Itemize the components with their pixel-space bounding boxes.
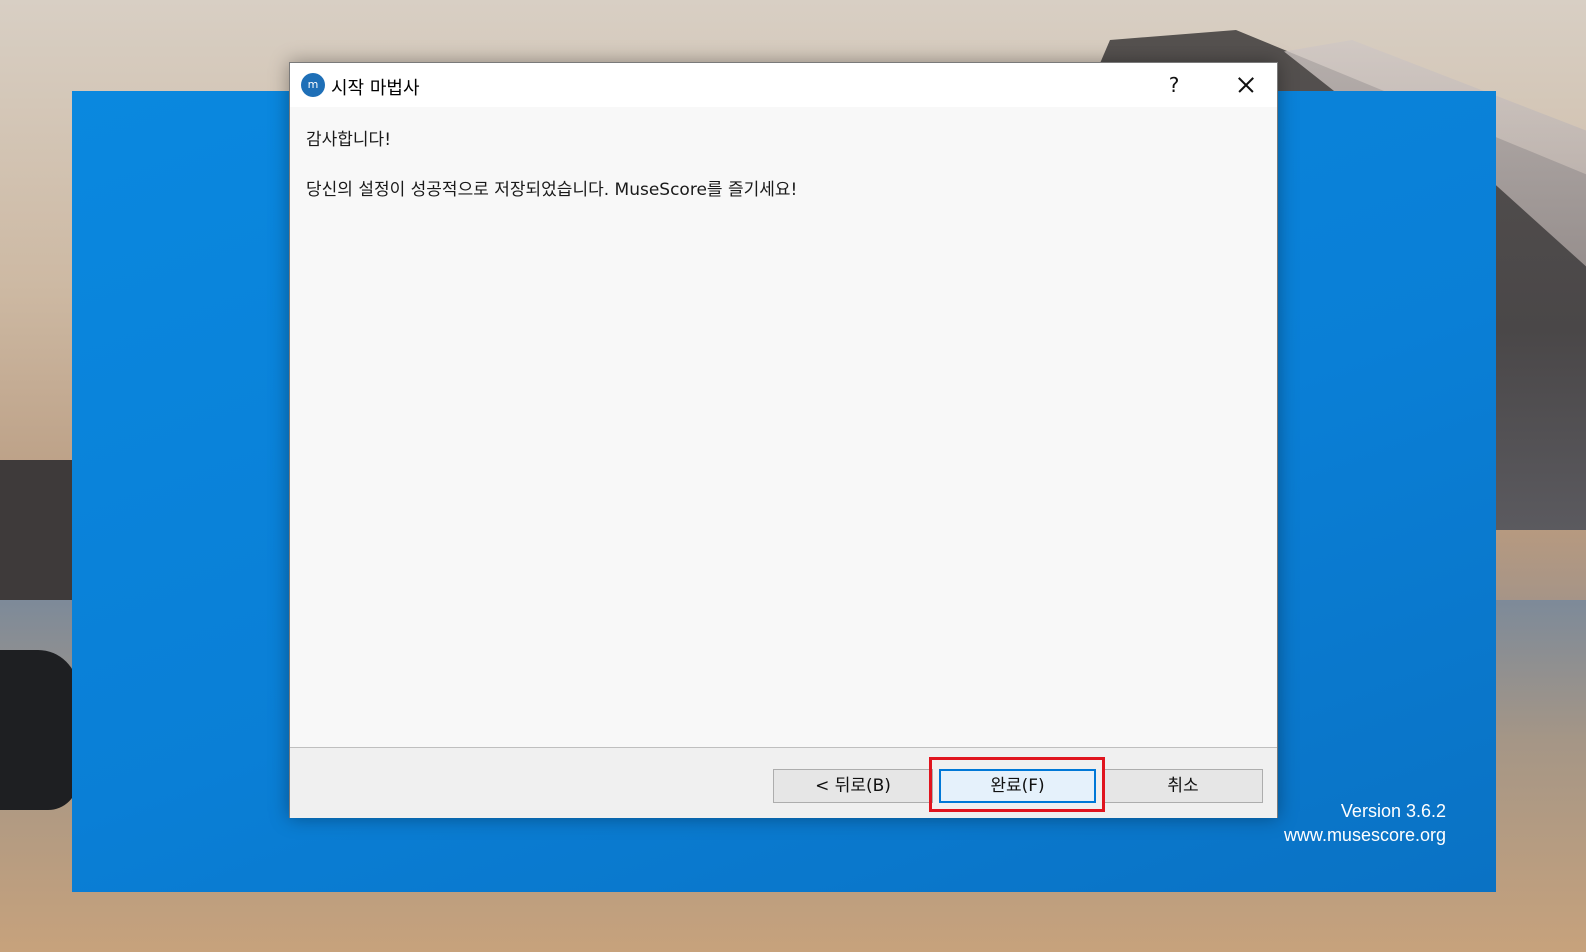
dialog-titlebar[interactable]: m 시작 마법사 ?: [290, 63, 1277, 107]
cancel-button[interactable]: 취소: [1103, 769, 1263, 803]
completion-heading: 감사합니다!: [306, 130, 392, 150]
splash-version-info: Version 3.6.2 www.musescore.org: [1284, 799, 1446, 847]
dialog-title: 시작 마법사: [331, 78, 420, 99]
wallpaper-car: [0, 650, 78, 810]
close-button[interactable]: [1216, 67, 1272, 103]
wallpaper-hill: [0, 460, 80, 600]
splash-website: www.musescore.org: [1283, 825, 1446, 845]
back-button[interactable]: < 뒤로(B): [773, 769, 933, 803]
startup-wizard-dialog: m 시작 마법사 ? 감사합니다! 당신의 설정이 성공적으로 저장되었습니다.…: [289, 62, 1278, 818]
splash-version: Version 3.6.2: [1340, 801, 1446, 821]
finish-button-highlight: [929, 757, 1105, 812]
musescore-app-icon: m: [301, 73, 325, 97]
completion-message: 당신의 설정이 성공적으로 저장되었습니다. MuseScore를 즐기세요!: [306, 180, 798, 200]
wizard-button-bar: < 뒤로(B) 완료(F) 취소: [290, 747, 1277, 818]
help-button[interactable]: ?: [1150, 67, 1198, 103]
app-icon-glyph: m: [307, 78, 319, 91]
